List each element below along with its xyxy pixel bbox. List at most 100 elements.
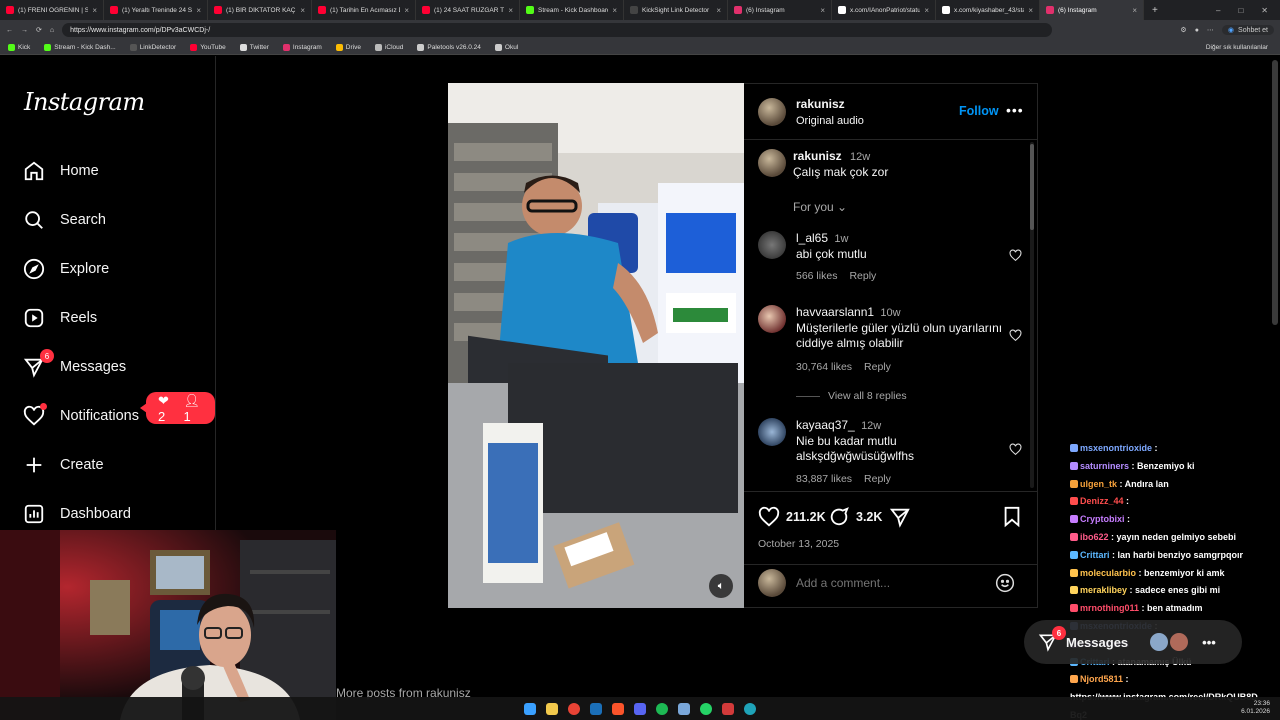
comment-username[interactable]: l_al65 <box>796 231 828 245</box>
chat-username[interactable]: ulgen_tk <box>1080 479 1117 489</box>
chat-username[interactable]: ibo622 <box>1080 532 1109 542</box>
browser-tab[interactable]: (6) Instagram × <box>1040 0 1144 20</box>
share-button[interactable] <box>889 506 911 533</box>
chat-username[interactable]: msxenontrioxide <box>1080 443 1152 453</box>
bookmark-item[interactable]: Drive <box>335 43 361 51</box>
discord-icon[interactable] <box>634 702 646 715</box>
bookmark-item[interactable]: YouTube <box>190 43 226 51</box>
tab-close-icon[interactable]: × <box>1132 6 1137 15</box>
nav-create[interactable]: Create <box>22 453 104 477</box>
page-scrollbar[interactable] <box>1272 60 1278 325</box>
tab-close-icon[interactable]: × <box>300 6 305 15</box>
comment-like-icon[interactable] <box>1009 249 1022 267</box>
browser-tab[interactable]: x.com/kiyashaber_43/status/ × <box>936 0 1040 20</box>
steam-icon[interactable] <box>590 702 602 715</box>
comment-button[interactable]: 3.2K <box>828 506 882 528</box>
chat-username[interactable]: Crittari <box>1080 550 1110 560</box>
volume-button[interactable]: 🔈︎ <box>709 574 733 598</box>
chat-username[interactable]: meraklibey <box>1080 585 1127 595</box>
browser-tab[interactable]: (1) 24 SAAT RÜZGAR TÜRBİN× <box>416 0 520 20</box>
nav-reels[interactable]: Reels <box>22 306 97 330</box>
forward-icon[interactable]: → <box>21 27 28 34</box>
caption-username[interactable]: rakunisz <box>793 149 842 163</box>
copilot-chat-button[interactable]: ◉ Sohbet et <box>1221 25 1274 35</box>
url-field[interactable]: https://www.instagram.com/p/DPv3aCWCDj-/ <box>62 23 1053 37</box>
post-video[interactable]: 🔈︎ <box>448 83 744 608</box>
browser-tab[interactable]: KickSight Link Detector × <box>624 0 728 20</box>
tab-close-icon[interactable]: × <box>820 6 825 15</box>
bookmark-item[interactable]: Kick <box>8 43 30 51</box>
chat-username[interactable]: Denizz_44 <box>1080 496 1124 506</box>
brave-icon[interactable] <box>612 702 624 715</box>
comment-username[interactable]: havvaarslann1 <box>796 305 874 319</box>
bookmark-item[interactable]: Twitter <box>239 43 269 51</box>
save-button[interactable] <box>1002 506 1022 533</box>
chat-username[interactable]: saturniners <box>1080 461 1129 471</box>
refresh-icon[interactable]: ⟳ <box>36 26 42 34</box>
browser-tab[interactable]: (6) Instagram × <box>728 0 832 20</box>
bookmark-item[interactable]: Paletools v26.0.24 <box>417 43 481 51</box>
nav-notifications[interactable]: Notifications <box>22 403 139 428</box>
caption-avatar[interactable] <box>758 149 786 177</box>
spotify-icon[interactable] <box>656 702 668 715</box>
view-replies-button[interactable]: View all 8 replies <box>796 390 907 402</box>
comment-input[interactable] <box>796 574 986 592</box>
other-bookmarks[interactable]: Diğer sık kullanılanlar <box>1206 44 1280 51</box>
comment-likes[interactable]: 30,764 likes <box>796 361 852 373</box>
nav-dashboard[interactable]: Dashboard <box>22 502 131 526</box>
whatsapp-icon[interactable] <box>700 702 712 715</box>
new-tab-icon[interactable]: + <box>1144 5 1166 16</box>
chat-username[interactable]: Cryptobixi <box>1080 514 1125 524</box>
browser-tab[interactable]: (1) Tarihin En Acımasız Diktat × <box>312 0 416 20</box>
tab-close-icon[interactable]: × <box>196 6 201 15</box>
close-window-icon[interactable]: ✕ <box>1261 6 1268 15</box>
like-button[interactable]: 211.2K <box>758 506 826 528</box>
nav-search[interactable]: Search <box>22 208 106 232</box>
reply-button[interactable]: Reply <box>864 473 891 485</box>
extensions-icon[interactable]: ⚙ <box>1180 26 1186 34</box>
audio-label[interactable]: Original audio <box>796 115 864 127</box>
windows-start-icon[interactable] <box>524 702 536 715</box>
author-username[interactable]: rakunisz <box>796 97 864 111</box>
minimize-icon[interactable]: – <box>1216 6 1220 15</box>
bookmark-item[interactable]: Okul <box>494 43 518 51</box>
nav-explore[interactable]: Explore <box>22 257 109 281</box>
chrome-icon[interactable] <box>568 702 580 715</box>
bookmark-item[interactable]: LinkDetector <box>129 43 176 51</box>
browser-tab[interactable]: Stream - Kick Dashboard × <box>520 0 624 20</box>
comment-likes[interactable]: 83,887 likes <box>796 473 852 485</box>
comment-avatar[interactable] <box>758 231 786 259</box>
menu-dots-icon[interactable]: ⋯ <box>1207 26 1214 34</box>
reply-button[interactable]: Reply <box>864 361 891 373</box>
browser-tab[interactable]: (1) BİR DİKTATÖR KAÇIRILIRSA × <box>208 0 312 20</box>
browser-tab[interactable]: x.com/IAnonPatriot/status/20× <box>832 0 936 20</box>
comment-avatar[interactable] <box>758 418 786 446</box>
author-avatar[interactable] <box>758 98 786 126</box>
comments-scrollbar[interactable] <box>1030 142 1034 488</box>
comment-avatar[interactable] <box>758 305 786 333</box>
edge-icon[interactable] <box>744 702 756 715</box>
comment-like-icon[interactable] <box>1009 329 1022 347</box>
tab-close-icon[interactable]: × <box>924 6 929 15</box>
tab-close-icon[interactable]: × <box>508 6 513 15</box>
browser-tab[interactable]: (1) FRENİ ÖĞRENİN | Sikildeı × <box>0 0 104 20</box>
messages-floating-button[interactable]: 6 Messages ••• <box>1024 620 1242 664</box>
chat-username[interactable]: mrnothing011 <box>1080 603 1139 613</box>
more-options-icon[interactable]: ••• <box>1006 102 1024 118</box>
emoji-icon[interactable] <box>995 573 1015 598</box>
browser-tab[interactable]: (1) Yeraltı Treninde 24 Saat H× <box>104 0 208 20</box>
reply-button[interactable]: Reply <box>849 270 876 282</box>
comment-like-icon[interactable] <box>1009 443 1022 461</box>
for-you-dropdown[interactable]: For you ⌄ <box>793 200 847 214</box>
profile-avatar[interactable]: ● <box>1195 27 1199 34</box>
chat-username[interactable]: Njord5811 <box>1080 674 1123 684</box>
obs-icon[interactable] <box>722 702 734 715</box>
nav-home[interactable]: Home <box>22 159 99 183</box>
comment-likes[interactable]: 566 likes <box>796 270 837 282</box>
tab-close-icon[interactable]: × <box>1028 6 1033 15</box>
system-tray-clock[interactable]: 23:36 6.01.2026 <box>1241 700 1270 716</box>
instagram-logo[interactable]: Instagram <box>24 88 145 116</box>
tab-close-icon[interactable]: × <box>612 6 617 15</box>
chat-username[interactable]: molecularbio <box>1080 568 1136 578</box>
follow-button[interactable]: Follow <box>959 104 999 118</box>
